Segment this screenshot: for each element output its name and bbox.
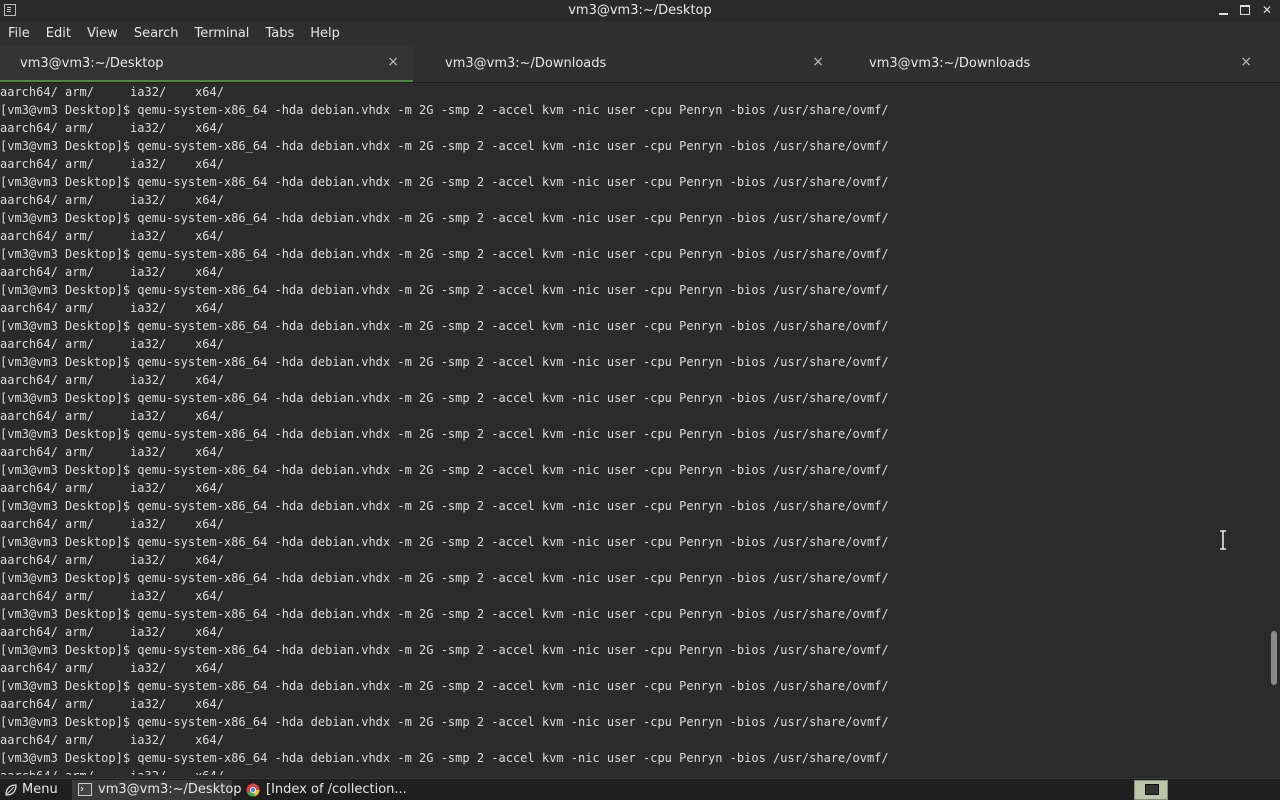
terminal-line: aarch64/ arm/ ia32/ x64/ [0, 157, 224, 171]
terminal-line: [vm3@vm3 Desktop]$ qemu-system-x86_64 -h… [0, 175, 889, 189]
tab-label: vm3@vm3:~/Downloads [445, 56, 607, 71]
terminal-line: [vm3@vm3 Desktop]$ qemu-system-x86_64 -h… [0, 715, 889, 729]
terminal-line: [vm3@vm3 Desktop]$ qemu-system-x86_64 -h… [0, 679, 889, 693]
menu-view[interactable]: View [79, 22, 126, 46]
workspace-indicator[interactable] [1134, 780, 1168, 800]
terminal-line: aarch64/ arm/ ia32/ x64/ [0, 229, 224, 243]
menu-tabs[interactable]: Tabs [257, 22, 302, 46]
terminal-line: aarch64/ arm/ ia32/ x64/ [0, 481, 224, 495]
terminal-line: aarch64/ arm/ ia32/ x64/ [0, 193, 224, 207]
terminal-line: [vm3@vm3 Desktop]$ qemu-system-x86_64 -h… [0, 247, 889, 261]
terminal-line: aarch64/ arm/ ia32/ x64/ [0, 661, 224, 675]
tab-close-icon[interactable]: × [1240, 54, 1252, 70]
start-menu-button[interactable]: Menu [4, 780, 58, 800]
minimize-icon [1218, 13, 1228, 15]
terminal-line: aarch64/ arm/ ia32/ x64/ [0, 85, 224, 99]
maximize-icon [1240, 5, 1250, 15]
tab-desktop[interactable]: vm3@vm3:~/Desktop × [0, 46, 413, 82]
terminal-line: aarch64/ arm/ ia32/ x64/ [0, 265, 224, 279]
tab-downloads-1[interactable]: vm3@vm3:~/Downloads × [425, 46, 838, 82]
terminal-line: [vm3@vm3 Desktop]$ qemu-system-x86_64 -h… [0, 139, 889, 153]
menu-file[interactable]: File [0, 22, 38, 46]
terminal-line: aarch64/ arm/ ia32/ x64/ [0, 121, 224, 135]
window-titlebar[interactable]: vm3@vm3:~/Desktop ✕ [0, 0, 1280, 22]
window-title: vm3@vm3:~/Desktop [568, 3, 712, 18]
terminal-line: [vm3@vm3 Desktop]$ qemu-system-x86_64 -h… [0, 643, 889, 657]
tab-label: vm3@vm3:~/Desktop [20, 56, 164, 71]
maximize-button[interactable] [1238, 2, 1252, 18]
terminal-line: aarch64/ arm/ ia32/ x64/ [0, 553, 224, 567]
start-menu-label: Menu [22, 782, 58, 797]
terminal-line: [vm3@vm3 Desktop]$ qemu-system-x86_64 -h… [0, 427, 889, 441]
terminal-line: [vm3@vm3 Desktop]$ qemu-system-x86_64 -h… [0, 571, 889, 585]
taskbar-item-browser[interactable]: [Index of /collection... [240, 780, 420, 800]
terminal-output[interactable]: aarch64/ arm/ ia32/ x64/ [vm3@vm3 Desktop… [0, 83, 1268, 775]
tab-downloads-2[interactable]: vm3@vm3:~/Downloads × [849, 46, 1270, 82]
terminal-line: aarch64/ arm/ ia32/ x64/ [0, 409, 224, 423]
terminal-line: [vm3@vm3 Desktop]$ qemu-system-x86_64 -h… [0, 355, 889, 369]
terminal-line: aarch64/ arm/ ia32/ x64/ [0, 697, 224, 711]
minimize-button[interactable] [1216, 2, 1230, 18]
terminal-line: [vm3@vm3 Desktop]$ qemu-system-x86_64 -h… [0, 103, 889, 117]
close-icon: ✕ [1261, 3, 1273, 17]
menu-help[interactable]: Help [302, 22, 348, 46]
tab-close-icon[interactable]: × [387, 54, 399, 70]
terminal-line: aarch64/ arm/ ia32/ x64/ [0, 589, 224, 603]
terminal-line: [vm3@vm3 Desktop]$ qemu-system-x86_64 -h… [0, 211, 889, 225]
terminal-line: [vm3@vm3 Desktop]$ qemu-system-x86_64 -h… [0, 607, 889, 621]
terminal-line: [vm3@vm3 Desktop]$ qemu-system-x86_64 -h… [0, 535, 889, 549]
terminal-line: [vm3@vm3 Desktop]$ qemu-system-x86_64 -h… [0, 319, 889, 333]
taskbar-item-label: vm3@vm3:~/Desktop [98, 782, 242, 797]
taskbar: Menu vm3@vm3:~/Desktop [Index of /collec… [0, 778, 1280, 800]
monitor-icon [1145, 784, 1159, 795]
ibeam-cursor-icon [1220, 530, 1226, 550]
scrollbar-thumb[interactable] [1271, 631, 1277, 685]
terminal-line: [vm3@vm3 Desktop]$ qemu-system-x86_64 -h… [0, 283, 889, 297]
terminal-line: aarch64/ arm/ ia32/ x64/ [0, 373, 224, 387]
terminal-line: aarch64/ arm/ ia32/ x64/ [0, 517, 224, 531]
terminal-line: aarch64/ arm/ ia32/ x64/ [0, 625, 224, 639]
taskbar-item-label: [Index of /collection... [266, 782, 407, 797]
terminal-icon [78, 783, 92, 796]
terminal-line: aarch64/ arm/ ia32/ x64/ [0, 337, 224, 351]
tab-bar: vm3@vm3:~/Desktop × vm3@vm3:~/Downloads … [0, 46, 1280, 83]
menu-leaf-icon [5, 784, 17, 796]
taskbar-item-terminal[interactable]: vm3@vm3:~/Desktop [72, 780, 242, 800]
chrome-icon [246, 783, 260, 797]
close-window-button[interactable]: ✕ [1260, 2, 1274, 18]
menu-bar: File Edit View Search Terminal Tabs Help [0, 22, 1280, 46]
tab-label: vm3@vm3:~/Downloads [869, 56, 1031, 71]
tab-close-icon[interactable]: × [812, 54, 824, 70]
terminal-line: aarch64/ arm/ ia32/ x64/ [0, 733, 224, 747]
menu-terminal[interactable]: Terminal [186, 22, 257, 46]
terminal-line: [vm3@vm3 Desktop]$ qemu-system-x86_64 -h… [0, 499, 889, 513]
menu-edit[interactable]: Edit [38, 22, 79, 46]
terminal-line: [vm3@vm3 Desktop]$ qemu-system-x86_64 -h… [0, 391, 889, 405]
terminal-scrollbar[interactable] [1268, 83, 1280, 775]
terminal-lines: aarch64/ arm/ ia32/ x64/ [vm3@vm3 Desktop… [0, 83, 1268, 775]
menu-search[interactable]: Search [126, 22, 187, 46]
terminal-line: aarch64/ arm/ ia32/ x64/ [0, 301, 224, 315]
terminal-line: aarch64/ arm/ ia32/ x64/ [0, 445, 224, 459]
terminal-line: [vm3@vm3 Desktop]$ qemu-system-x86_64 -h… [0, 751, 889, 765]
terminal-line: [vm3@vm3 Desktop]$ qemu-system-x86_64 -h… [0, 463, 889, 477]
terminal-line: aarch64/ arm/ ia32/ x64/ [0, 767, 1268, 775]
